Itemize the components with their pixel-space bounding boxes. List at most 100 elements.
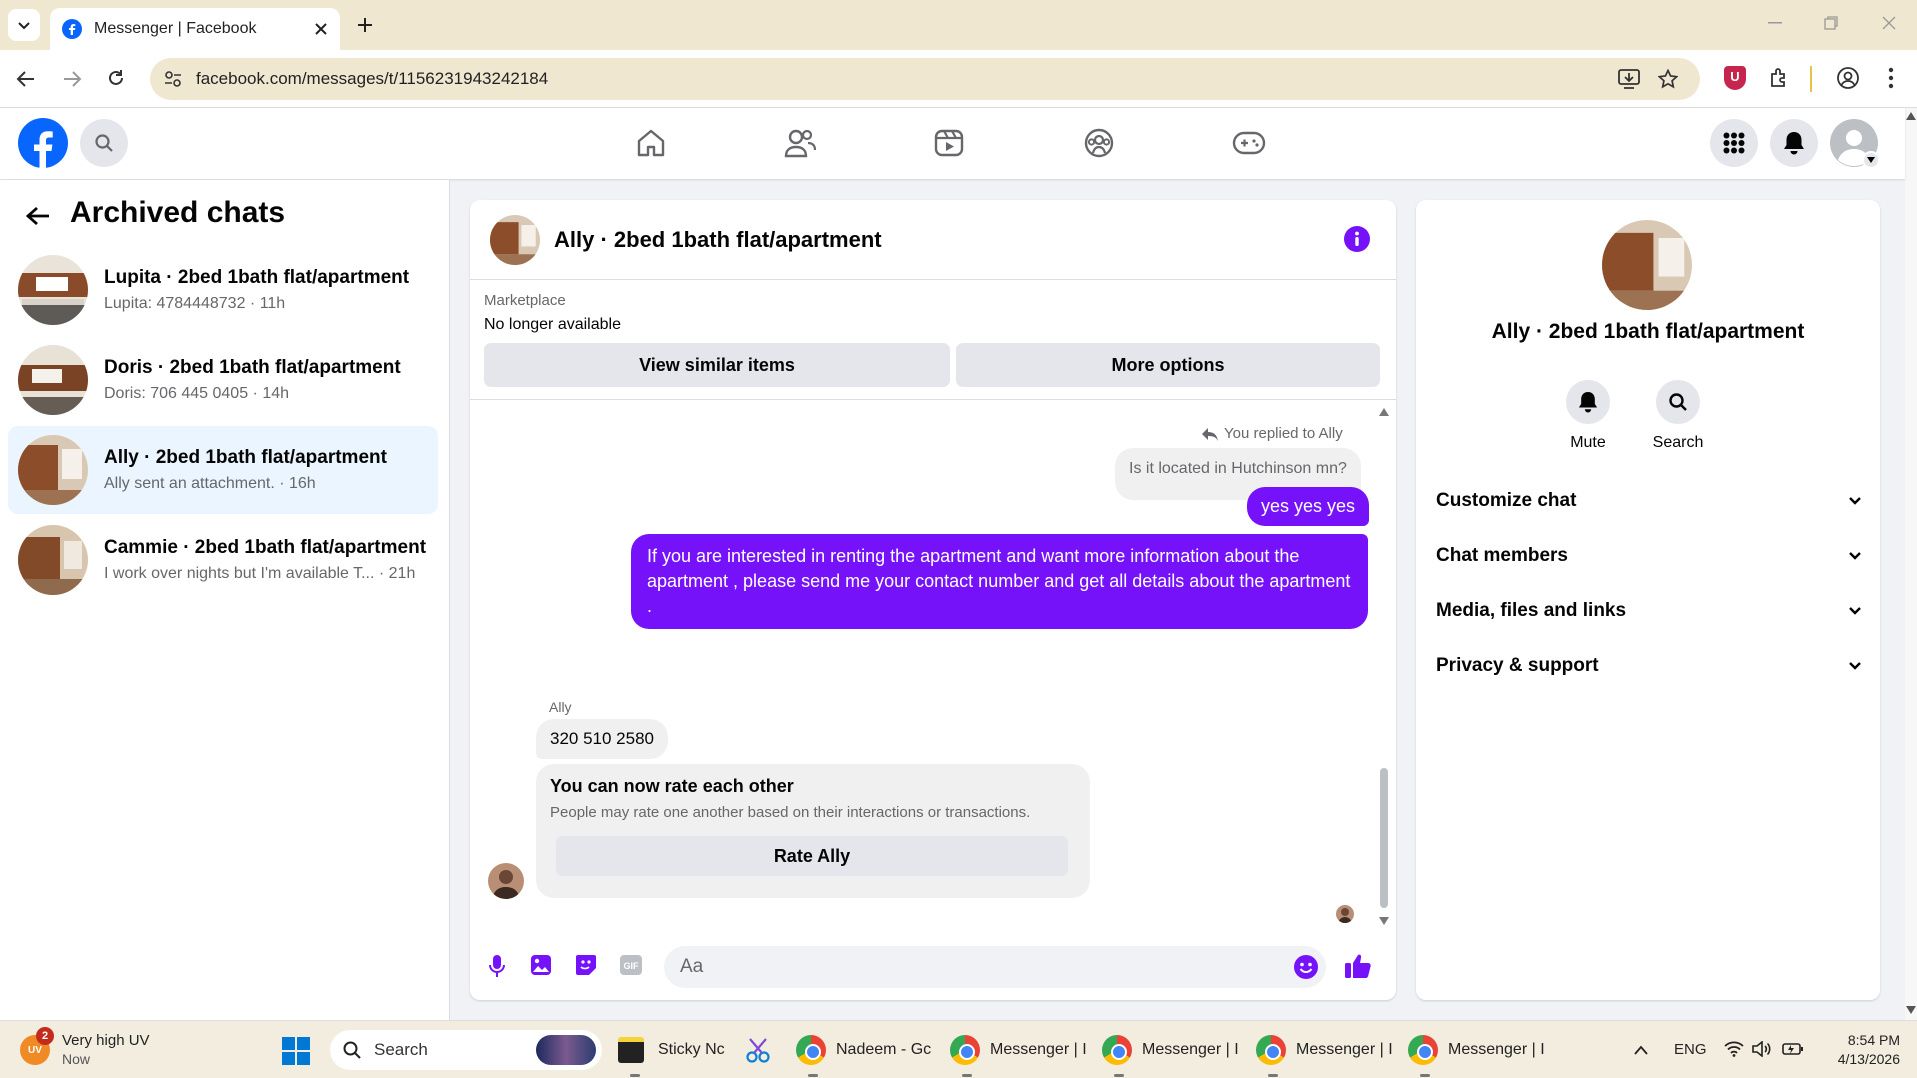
- details-name: Ally · 2bed 1bath flat/apartment: [1491, 320, 1805, 343]
- address-bar[interactable]: facebook.com/messages/t/1156231943242184: [150, 58, 1700, 100]
- facebook-search-button[interactable]: [80, 119, 128, 167]
- sent-message-bubble[interactable]: yes yes yes: [1247, 487, 1370, 526]
- chrome-icon: [1256, 1035, 1286, 1065]
- site-settings-icon[interactable]: [164, 70, 182, 88]
- profile-icon[interactable]: [1836, 66, 1860, 90]
- mute-label: Mute: [1570, 434, 1606, 451]
- gif-icon[interactable]: GIF: [620, 955, 642, 975]
- chat-members-section[interactable]: Chat members: [1436, 536, 1861, 576]
- reply-indicator: You replied to Ally: [1202, 425, 1343, 442]
- browser-menu-icon[interactable]: [1888, 66, 1894, 90]
- home-nav-icon[interactable]: [636, 128, 666, 158]
- thumbs-up-icon[interactable]: [1344, 953, 1372, 979]
- scroll-up-arrow-icon[interactable]: [1906, 112, 1916, 120]
- listing-status: No longer available: [484, 316, 621, 333]
- volume-icon[interactable]: [1752, 1041, 1772, 1057]
- friends-nav-icon[interactable]: [784, 128, 816, 158]
- chat-list-item-selected[interactable]: Ally · 2bed 1bath flat/apartment Ally se…: [8, 426, 438, 514]
- scroll-up-arrow-icon[interactable]: [1379, 408, 1389, 416]
- conversation-title[interactable]: Ally · 2bed 1bath flat/apartment: [554, 227, 882, 253]
- taskbar-app-messenger[interactable]: Messenger | I: [1256, 1029, 1393, 1077]
- bookmark-star-icon[interactable]: [1658, 69, 1678, 89]
- photo-icon[interactable]: [530, 954, 552, 976]
- close-tab-icon[interactable]: [314, 22, 328, 36]
- message-input[interactable]: Aa: [664, 946, 1326, 988]
- mute-action[interactable]: Mute: [1548, 380, 1628, 452]
- tab-title: Messenger | Facebook: [94, 20, 257, 37]
- weather-subtitle: Now: [62, 1051, 91, 1067]
- language-indicator[interactable]: ENG: [1674, 1041, 1707, 1058]
- emoji-icon[interactable]: [1294, 955, 1318, 979]
- chat-preview: I work over nights but I'm available T..…: [104, 565, 416, 582]
- facebook-logo-icon[interactable]: [18, 118, 68, 168]
- windows-start-icon[interactable]: [282, 1037, 310, 1065]
- install-app-icon[interactable]: [1618, 69, 1640, 89]
- menu-grid-button[interactable]: [1710, 119, 1758, 167]
- chrome-icon: [950, 1035, 980, 1065]
- weather-widget[interactable]: UV 2 Very high UV Now: [20, 1027, 150, 1071]
- conversation-avatar[interactable]: [490, 214, 540, 265]
- sticker-icon[interactable]: [575, 954, 597, 976]
- url-text: facebook.com/messages/t/1156231943242184: [196, 69, 549, 88]
- media-files-links-section[interactable]: Media, files and links: [1436, 591, 1861, 631]
- extensions-puzzle-icon[interactable]: [1768, 66, 1792, 90]
- page-scrollbar[interactable]: [1905, 108, 1917, 1020]
- new-tab-button[interactable]: [352, 12, 378, 38]
- back-arrow-icon[interactable]: [26, 206, 50, 226]
- ublock-extension-icon[interactable]: U: [1724, 66, 1746, 90]
- clock[interactable]: 8:54 PM 4/13/2026: [1820, 1031, 1900, 1069]
- info-icon[interactable]: [1344, 226, 1370, 252]
- read-receipt-avatar: [1336, 905, 1354, 923]
- more-options-button[interactable]: More options: [956, 343, 1380, 387]
- restore-icon[interactable]: [1824, 16, 1838, 30]
- received-message-bubble[interactable]: 320 510 2580: [536, 719, 668, 759]
- reload-icon[interactable]: [106, 68, 126, 88]
- chat-list-item[interactable]: Lupita · 2bed 1bath flat/apartment Lupit…: [8, 246, 438, 334]
- chat-name: Lupita · 2bed 1bath flat/apartment: [104, 267, 410, 288]
- chevron-down-icon: [1849, 552, 1861, 560]
- tab-list-button[interactable]: [8, 9, 40, 41]
- minimize-icon[interactable]: [1768, 22, 1782, 24]
- chat-list-item[interactable]: Cammie · 2bed 1bath flat/apartment I wor…: [8, 516, 438, 604]
- chevron-down-icon: [1849, 662, 1861, 670]
- scroll-down-arrow-icon[interactable]: [1379, 917, 1389, 925]
- taskbar-app-chrome-gmail[interactable]: Nadeem - Gc: [796, 1029, 931, 1077]
- chat-list-item[interactable]: Doris · 2bed 1bath flat/apartment Doris:…: [8, 336, 438, 424]
- taskbar-search-box[interactable]: Search: [330, 1030, 602, 1070]
- rate-ally-button[interactable]: Rate Ally: [556, 836, 1068, 876]
- customize-chat-section[interactable]: Customize chat: [1436, 481, 1861, 521]
- chat-preview: Doris: 706 445 0405 · 14h: [104, 385, 290, 402]
- search-icon: [95, 134, 113, 152]
- gaming-nav-icon[interactable]: [1232, 130, 1266, 156]
- scrollbar-thumb[interactable]: [1380, 768, 1388, 908]
- video-nav-icon[interactable]: [934, 128, 964, 158]
- taskbar-app-messenger[interactable]: Messenger | I: [1408, 1029, 1545, 1077]
- microphone-icon[interactable]: [488, 954, 506, 978]
- privacy-support-section[interactable]: Privacy & support: [1436, 646, 1861, 686]
- view-similar-items-button[interactable]: View similar items: [484, 343, 950, 387]
- chevron-up-icon[interactable]: [1634, 1045, 1648, 1055]
- taskbar-app-sticky-notes[interactable]: Sticky Nc: [618, 1029, 725, 1077]
- wifi-icon[interactable]: [1724, 1041, 1744, 1057]
- account-avatar-button[interactable]: [1830, 119, 1880, 169]
- back-arrow-icon[interactable]: [16, 70, 36, 88]
- close-window-icon[interactable]: [1882, 16, 1896, 30]
- chrome-icon: [1102, 1035, 1132, 1065]
- archived-chats-panel: Archived chats Lupita · 2bed 1bath flat/…: [0, 180, 450, 1020]
- notifications-button[interactable]: [1770, 119, 1818, 167]
- search-action[interactable]: Search: [1638, 380, 1718, 452]
- groups-nav-icon[interactable]: [1084, 128, 1114, 158]
- sent-message-bubble[interactable]: If you are interested in renting the apa…: [631, 534, 1368, 629]
- snipping-tool-icon[interactable]: [744, 1037, 772, 1065]
- facebook-favicon-icon: [62, 19, 82, 39]
- taskbar-app-messenger[interactable]: Messenger | I: [1102, 1029, 1239, 1077]
- thread-scrollbar[interactable]: [1378, 401, 1390, 931]
- browser-tab[interactable]: Messenger | Facebook: [50, 8, 340, 50]
- forward-arrow-icon[interactable]: [62, 70, 82, 88]
- scroll-down-arrow-icon[interactable]: [1906, 1006, 1916, 1014]
- bell-icon: [1784, 132, 1804, 155]
- message-thread: You replied to Ally Is it located in Hut…: [470, 401, 1396, 931]
- taskbar-app-messenger[interactable]: Messenger | I: [950, 1029, 1087, 1077]
- message-input-placeholder: Aa: [680, 956, 704, 977]
- battery-icon[interactable]: [1782, 1041, 1804, 1057]
